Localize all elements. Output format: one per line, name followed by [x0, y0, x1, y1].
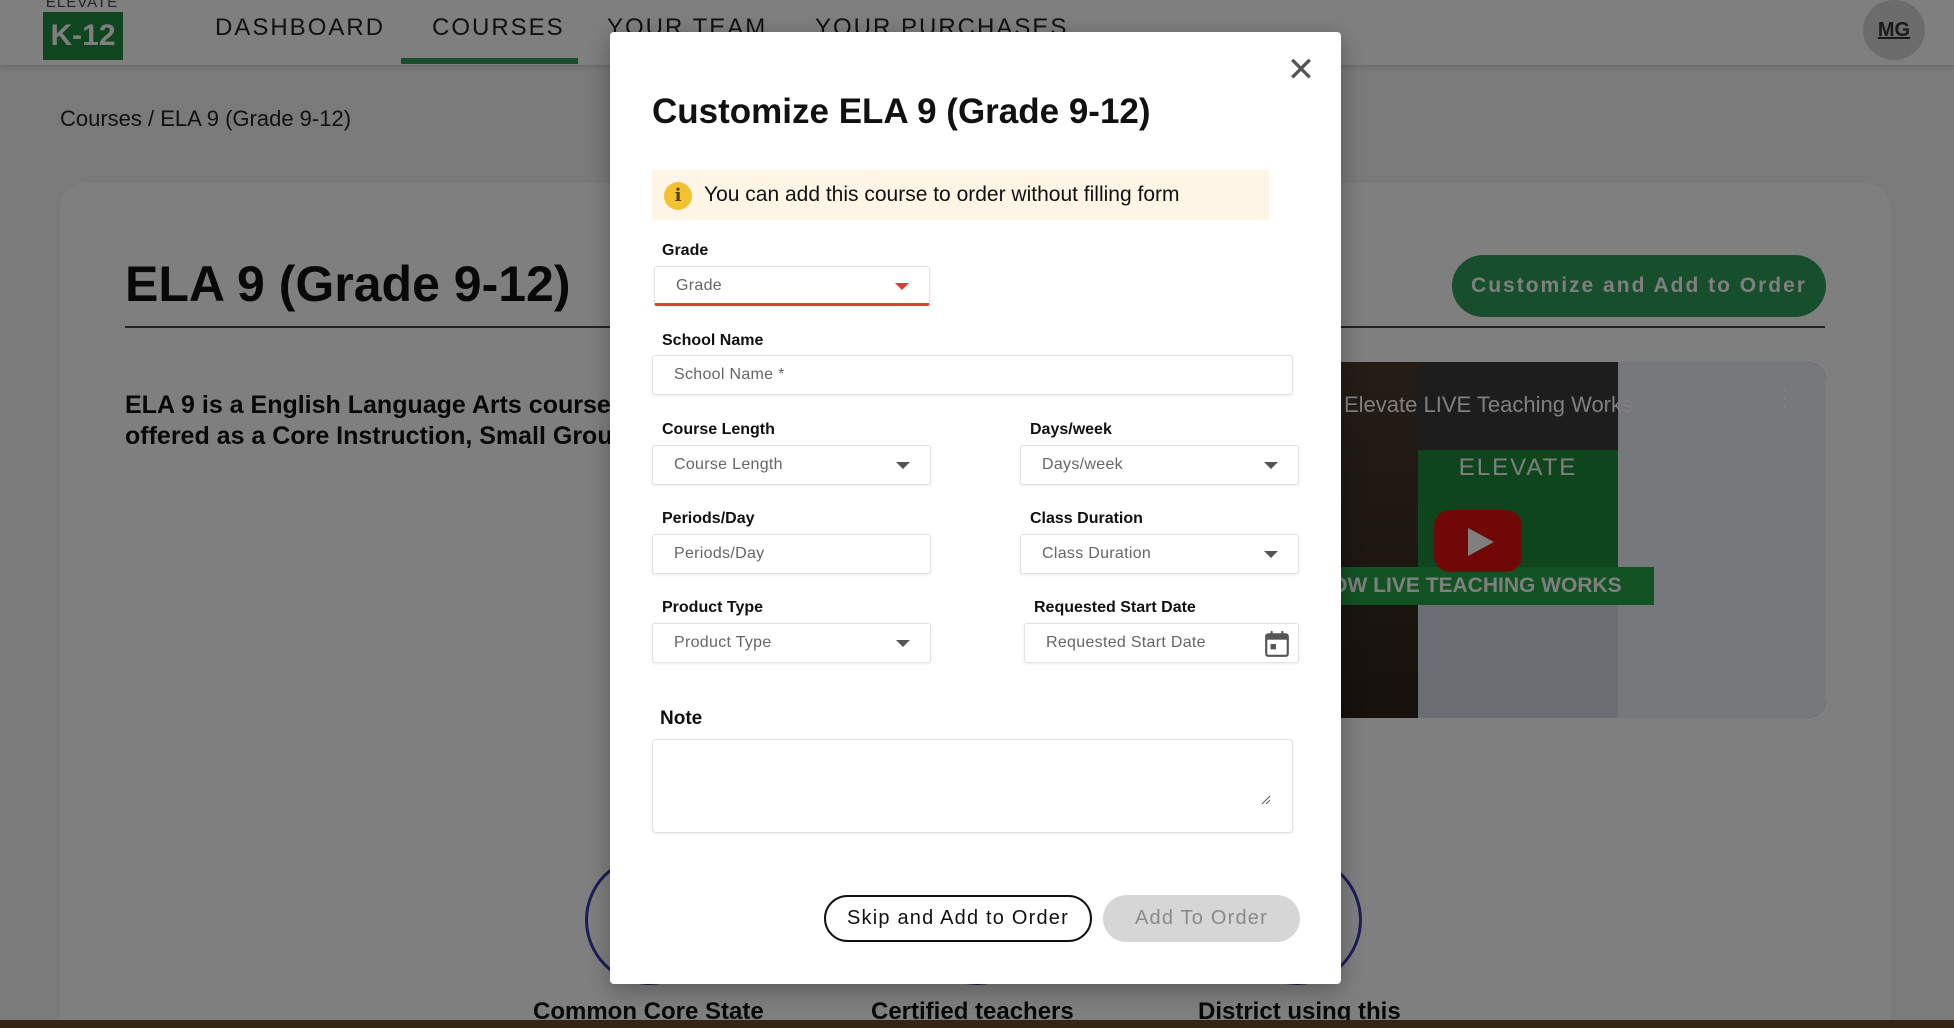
- note-textarea[interactable]: [652, 739, 1293, 833]
- start-date-input[interactable]: Requested Start Date: [1024, 623, 1299, 663]
- class-duration-label: Class Duration: [1030, 510, 1143, 527]
- info-notice: i You can add this course to order witho…: [652, 170, 1269, 220]
- school-name-input[interactable]: School Name *: [652, 355, 1293, 395]
- grade-select[interactable]: Grade: [654, 266, 930, 306]
- grade-label: Grade: [662, 242, 709, 259]
- class-duration-select[interactable]: Class Duration: [1020, 534, 1299, 574]
- periods-day-input[interactable]: Periods/Day: [652, 534, 931, 574]
- product-type-placeholder: Product Type: [674, 634, 772, 651]
- customize-course-dialog: ✕ Customize ELA 9 (Grade 9-12) i You can…: [610, 32, 1341, 984]
- dialog-title: Customize ELA 9 (Grade 9-12): [652, 92, 1151, 131]
- chevron-down-icon: [896, 462, 910, 469]
- days-week-placeholder: Days/week: [1042, 456, 1123, 473]
- class-duration-placeholder: Class Duration: [1042, 545, 1152, 562]
- periods-day-placeholder: Periods/Day: [674, 545, 765, 562]
- school-name-label: School Name: [662, 332, 764, 349]
- resize-handle-icon[interactable]: [1260, 794, 1270, 804]
- chevron-down-icon: [895, 283, 909, 290]
- product-type-select[interactable]: Product Type: [652, 623, 931, 663]
- product-type-label: Product Type: [662, 599, 764, 616]
- course-length-placeholder: Course Length: [674, 456, 783, 473]
- note-label: Note: [660, 708, 703, 729]
- notice-text: You can add this course to order without…: [704, 183, 1180, 206]
- skip-and-add-button[interactable]: Skip and Add to Order: [824, 895, 1092, 942]
- days-week-label: Days/week: [1030, 421, 1112, 438]
- start-date-label: Requested Start Date: [1034, 599, 1196, 616]
- chevron-down-icon: [1264, 462, 1278, 469]
- chevron-down-icon: [1264, 551, 1278, 558]
- add-to-order-button[interactable]: Add To Order: [1103, 895, 1300, 942]
- days-week-select[interactable]: Days/week: [1020, 445, 1299, 485]
- close-icon[interactable]: ✕: [1281, 50, 1321, 90]
- grade-placeholder: Grade: [676, 277, 722, 294]
- calendar-icon[interactable]: [1264, 630, 1290, 658]
- periods-day-label: Periods/Day: [662, 510, 755, 527]
- start-date-placeholder: Requested Start Date: [1046, 634, 1206, 651]
- info-icon: i: [664, 182, 692, 210]
- course-length-select[interactable]: Course Length: [652, 445, 931, 485]
- school-name-placeholder: School Name *: [674, 366, 785, 383]
- course-length-label: Course Length: [662, 421, 775, 438]
- chevron-down-icon: [896, 640, 910, 647]
